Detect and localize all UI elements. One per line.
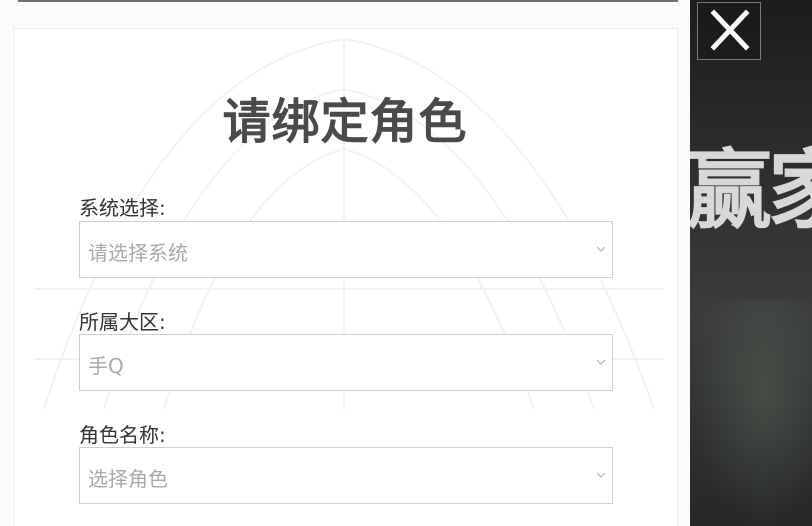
game-background [690,0,812,526]
page: 赢家 请绑定角色 系统选择: 请选择系统 所属大区: 手Q 角色名称: 选择角色 [0,0,812,526]
role-name-label: 角色名称: [79,423,166,447]
chevron-down-icon [596,359,606,365]
system-select-value: 请选择系统 [88,241,188,265]
dialog-top-divider [18,0,678,2]
region-select-value: 手Q [88,354,124,378]
system-select-label: 系统选择: [79,196,166,220]
chevron-down-icon [596,472,606,478]
chevron-down-icon [596,246,606,252]
close-button[interactable] [697,2,761,60]
bind-role-dialog: 请绑定角色 系统选择: 请选择系统 所属大区: 手Q 角色名称: 选择角色 [0,0,690,526]
system-select[interactable]: 请选择系统 [79,221,613,278]
background-banner-text: 赢家 [686,141,812,241]
region-select[interactable]: 手Q [79,334,613,391]
role-select[interactable]: 选择角色 [79,447,613,504]
region-select-label: 所属大区: [79,310,166,334]
close-icon [710,9,750,51]
dialog-title: 请绑定角色 [222,94,468,150]
role-select-value: 选择角色 [88,467,168,491]
